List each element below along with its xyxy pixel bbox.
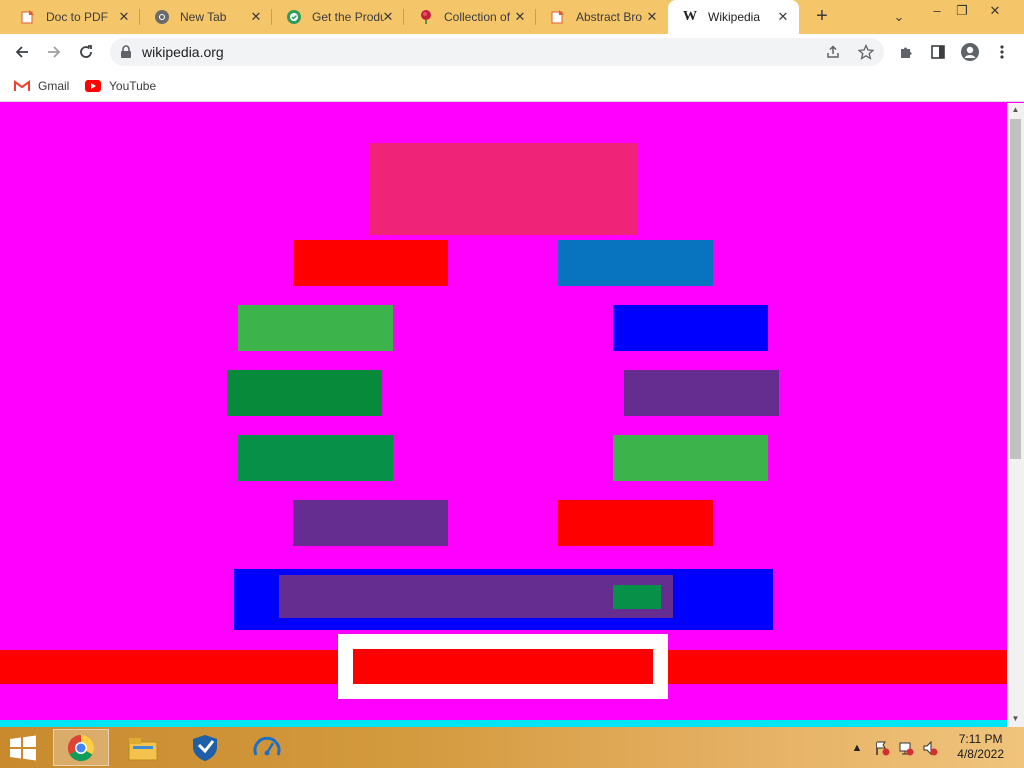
close-window-button[interactable]: ✕ [980, 0, 1010, 22]
close-icon[interactable]: ✕ [248, 9, 264, 25]
lock-icon[interactable] [120, 45, 132, 59]
menu-button[interactable] [990, 40, 1014, 64]
reload-icon [80, 45, 92, 58]
youtube-icon [85, 79, 101, 93]
page-bottom-strip [0, 720, 1007, 727]
back-arrow-icon [15, 46, 28, 58]
tab-title: Get the Produ [312, 10, 384, 24]
purple-block-right[interactable] [624, 370, 779, 416]
tab-search-button[interactable]: ⌄ [884, 5, 914, 29]
chrome-taskbar-icon[interactable] [53, 729, 109, 766]
network-icon[interactable] [897, 739, 915, 757]
gmail-icon [14, 79, 30, 93]
close-icon[interactable]: ✕ [775, 9, 791, 25]
pink-block [370, 143, 638, 235]
rose-icon [418, 9, 434, 25]
windows-start-button[interactable] [8, 735, 38, 761]
security-shield-icon[interactable] [177, 729, 233, 766]
close-icon[interactable]: ✕ [644, 9, 660, 25]
forward-arrow-icon [48, 46, 61, 58]
tab-title: Doc to PDF [46, 10, 109, 24]
blue-block-right-2[interactable] [613, 305, 768, 351]
scroll-up-icon[interactable]: ▲ [1007, 103, 1024, 117]
red-block-right[interactable] [558, 500, 713, 546]
dark-green-block-left[interactable] [227, 370, 382, 416]
tab-title: Wikipedia [708, 10, 761, 24]
side-panel-button[interactable] [926, 40, 950, 64]
tab-title: Collection of [444, 10, 511, 24]
restore-button[interactable]: ❐ [947, 0, 977, 22]
tab-doc-to-pdf[interactable]: Doc to PDF ✕ [6, 0, 140, 34]
scroll-down-icon[interactable]: ▼ [1007, 712, 1024, 726]
green-block-right[interactable] [613, 435, 768, 481]
file-explorer-icon[interactable] [115, 729, 171, 766]
tab-title: New Tab [180, 10, 227, 24]
bookmarks-bar: Gmail YouTube [0, 70, 1024, 102]
side-panel-icon [931, 45, 945, 59]
close-icon[interactable]: ✕ [380, 9, 396, 25]
green-small-button[interactable] [613, 585, 661, 609]
scrollbar-thumb[interactable] [1010, 119, 1021, 459]
show-hidden-icons-icon[interactable]: ▲ [850, 739, 864, 757]
speedometer-icon[interactable] [239, 729, 295, 766]
blue-block-right[interactable] [558, 240, 713, 286]
bookmark-youtube[interactable]: YouTube [85, 77, 156, 95]
tab-strip: Doc to PDF ✕ New Tab ✕ Get the Produ ✕ C… [0, 0, 1024, 34]
red-block-left[interactable] [293, 240, 448, 286]
tab-wikipedia[interactable]: W Wikipedia ✕ [668, 0, 799, 34]
windows-taskbar: ▲ 7:11 PM 4/8/2022 [0, 727, 1024, 768]
page-viewport [0, 103, 1007, 720]
kebab-menu-icon [1000, 45, 1004, 59]
windows-logo-icon [10, 735, 36, 761]
page-scrollbar[interactable]: ▲ ▼ [1007, 103, 1024, 727]
green-block-left-1[interactable] [238, 305, 393, 351]
bookmark-gmail[interactable]: Gmail [14, 77, 69, 95]
doc-to-pdf-icon [550, 9, 566, 25]
tab-collection-of[interactable]: Collection of ✕ [404, 0, 536, 34]
speaker-muted-icon[interactable] [921, 739, 939, 757]
bookmark-star-icon[interactable] [857, 43, 875, 61]
close-icon[interactable]: ✕ [116, 9, 132, 25]
tab-title: Abstract Bro [576, 10, 643, 24]
tab-new-tab[interactable]: New Tab ✕ [140, 0, 272, 34]
action-center-flag-icon[interactable] [873, 739, 891, 757]
chrome-icon [154, 9, 170, 25]
back-button[interactable] [10, 40, 34, 64]
wikipedia-w-icon: W [683, 9, 697, 24]
bookmark-label: Gmail [38, 79, 70, 93]
system-clock[interactable]: 7:11 PM 4/8/2022 [957, 732, 1004, 762]
profile-button[interactable] [958, 40, 982, 64]
forward-button[interactable] [42, 40, 66, 64]
extensions-button[interactable] [894, 40, 918, 64]
share-icon[interactable] [824, 43, 842, 61]
clock-time: 7:11 PM [958, 732, 1003, 746]
shield-check-icon [286, 9, 302, 25]
red-inner-bar[interactable] [353, 649, 653, 684]
new-tab-button[interactable]: + [810, 5, 834, 29]
browser-toolbar: wikipedia.org [0, 34, 1024, 70]
tab-get-the-product[interactable]: Get the Produ ✕ [272, 0, 404, 34]
doc-to-pdf-icon [20, 9, 36, 25]
dark-green-block-left-2[interactable] [238, 435, 393, 481]
puzzle-icon [901, 47, 912, 58]
address-bar[interactable]: wikipedia.org [110, 38, 884, 66]
close-icon[interactable]: ✕ [512, 9, 528, 25]
url-text[interactable]: wikipedia.org [142, 44, 224, 60]
clock-date: 4/8/2022 [957, 747, 1004, 761]
reload-button[interactable] [74, 40, 98, 64]
purple-block-left[interactable] [293, 500, 448, 546]
bookmark-label: YouTube [109, 79, 157, 93]
tab-abstract-bro[interactable]: Abstract Bro ✕ [536, 0, 668, 34]
avatar-icon [961, 43, 979, 61]
